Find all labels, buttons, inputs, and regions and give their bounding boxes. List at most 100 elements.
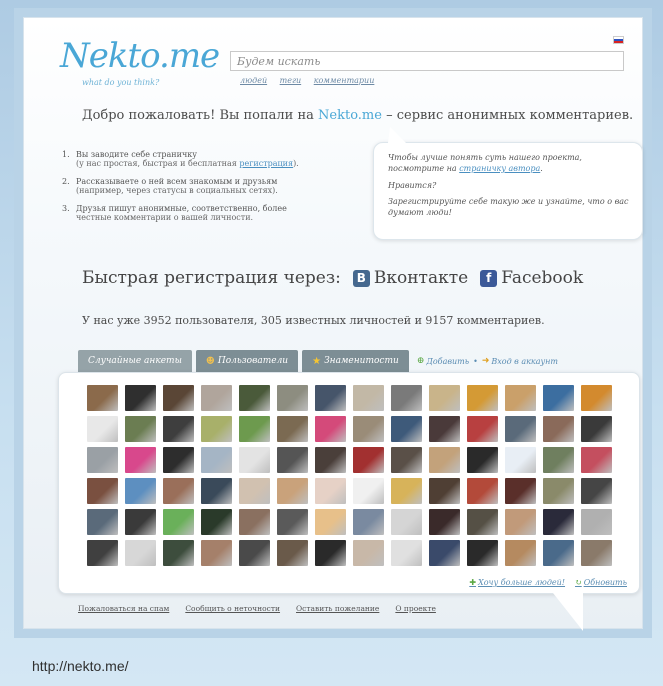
user-avatar[interactable] <box>315 447 346 473</box>
user-avatar[interactable] <box>353 447 384 473</box>
registration-link[interactable]: регистрация <box>239 159 293 168</box>
user-avatar[interactable] <box>505 416 536 442</box>
user-avatar[interactable] <box>543 447 574 473</box>
user-avatar[interactable] <box>467 509 498 535</box>
user-avatar[interactable] <box>429 540 460 566</box>
user-avatar[interactable] <box>391 447 422 473</box>
user-avatar[interactable] <box>163 385 194 411</box>
user-avatar[interactable] <box>163 540 194 566</box>
more-people-link[interactable]: ✚ Хочу больше людей! <box>469 578 565 587</box>
user-avatar[interactable] <box>201 509 232 535</box>
user-avatar[interactable] <box>87 509 118 535</box>
search-input[interactable]: Будем искать <box>230 51 624 71</box>
user-avatar[interactable] <box>277 478 308 504</box>
user-avatar[interactable] <box>125 540 156 566</box>
user-avatar[interactable] <box>353 478 384 504</box>
user-avatar[interactable] <box>467 385 498 411</box>
user-avatar[interactable] <box>581 447 612 473</box>
user-avatar[interactable] <box>429 447 460 473</box>
footer-link-feedback[interactable]: Оставить пожелание <box>296 604 379 613</box>
user-avatar[interactable] <box>315 416 346 442</box>
user-avatar[interactable] <box>505 540 536 566</box>
user-avatar[interactable] <box>163 416 194 442</box>
user-avatar[interactable] <box>543 540 574 566</box>
user-avatar[interactable] <box>429 509 460 535</box>
author-page-link[interactable]: страничку автора <box>459 164 540 173</box>
user-avatar[interactable] <box>87 540 118 566</box>
vkontakte-button[interactable]: B Вконтакте <box>352 268 468 288</box>
user-avatar[interactable] <box>505 509 536 535</box>
user-avatar[interactable] <box>87 385 118 411</box>
user-avatar[interactable] <box>239 416 270 442</box>
user-avatar[interactable] <box>429 385 460 411</box>
search-link-people[interactable]: людей <box>240 76 267 85</box>
user-avatar[interactable] <box>239 540 270 566</box>
search-link-tags[interactable]: теги <box>280 76 302 85</box>
user-avatar[interactable] <box>391 416 422 442</box>
user-avatar[interactable] <box>315 509 346 535</box>
user-avatar[interactable] <box>87 478 118 504</box>
search-link-comments[interactable]: комментарии <box>314 76 375 85</box>
user-avatar[interactable] <box>87 416 118 442</box>
user-avatar[interactable] <box>125 478 156 504</box>
user-avatar[interactable] <box>467 478 498 504</box>
tab-users[interactable]: ☻ Пользователи <box>195 350 299 372</box>
user-avatar[interactable] <box>543 509 574 535</box>
user-avatar[interactable] <box>277 540 308 566</box>
footer-link-report-error[interactable]: Сообщить о неточности <box>185 604 280 613</box>
site-logo[interactable]: Nekto.me what do you think? <box>60 36 220 96</box>
user-avatar[interactable] <box>125 416 156 442</box>
user-avatar[interactable] <box>125 385 156 411</box>
user-avatar[interactable] <box>163 447 194 473</box>
user-avatar[interactable] <box>353 540 384 566</box>
login-link[interactable]: ➜ Вход в аккаунт <box>482 350 558 372</box>
user-avatar[interactable] <box>125 509 156 535</box>
user-avatar[interactable] <box>277 385 308 411</box>
user-avatar[interactable] <box>543 385 574 411</box>
user-avatar[interactable] <box>353 416 384 442</box>
user-avatar[interactable] <box>277 416 308 442</box>
user-avatar[interactable] <box>467 416 498 442</box>
user-avatar[interactable] <box>277 509 308 535</box>
user-avatar[interactable] <box>201 540 232 566</box>
user-avatar[interactable] <box>581 385 612 411</box>
user-avatar[interactable] <box>429 416 460 442</box>
user-avatar[interactable] <box>353 385 384 411</box>
welcome-site-name[interactable]: Nekto.me <box>318 108 382 123</box>
user-avatar[interactable] <box>581 478 612 504</box>
user-avatar[interactable] <box>315 385 346 411</box>
footer-link-about[interactable]: О проекте <box>395 604 436 613</box>
footer-link-report-spam[interactable]: Пожаловаться на спам <box>78 604 169 613</box>
tab-celebrities[interactable]: ★ Знаменитости <box>302 350 409 372</box>
user-avatar[interactable] <box>391 509 422 535</box>
user-avatar[interactable] <box>353 509 384 535</box>
user-avatar[interactable] <box>239 447 270 473</box>
user-avatar[interactable] <box>239 385 270 411</box>
user-avatar[interactable] <box>505 478 536 504</box>
user-avatar[interactable] <box>467 447 498 473</box>
user-avatar[interactable] <box>467 540 498 566</box>
user-avatar[interactable] <box>543 416 574 442</box>
user-avatar[interactable] <box>391 478 422 504</box>
russian-flag-icon[interactable] <box>613 36 624 44</box>
user-avatar[interactable] <box>125 447 156 473</box>
user-avatar[interactable] <box>201 478 232 504</box>
refresh-link[interactable]: ↻ Обновить <box>575 578 627 587</box>
user-avatar[interactable] <box>87 447 118 473</box>
user-avatar[interactable] <box>163 509 194 535</box>
user-avatar[interactable] <box>277 447 308 473</box>
user-avatar[interactable] <box>201 385 232 411</box>
user-avatar[interactable] <box>505 447 536 473</box>
user-avatar[interactable] <box>315 478 346 504</box>
tab-random-profiles[interactable]: Случайные анкеты <box>78 350 192 372</box>
user-avatar[interactable] <box>239 478 270 504</box>
user-avatar[interactable] <box>581 540 612 566</box>
user-avatar[interactable] <box>315 540 346 566</box>
user-avatar[interactable] <box>201 447 232 473</box>
user-avatar[interactable] <box>581 416 612 442</box>
user-avatar[interactable] <box>391 385 422 411</box>
add-link[interactable]: ⊕ Добавить <box>417 350 469 372</box>
user-avatar[interactable] <box>163 478 194 504</box>
facebook-button[interactable]: f Facebook <box>480 268 583 288</box>
user-avatar[interactable] <box>581 509 612 535</box>
